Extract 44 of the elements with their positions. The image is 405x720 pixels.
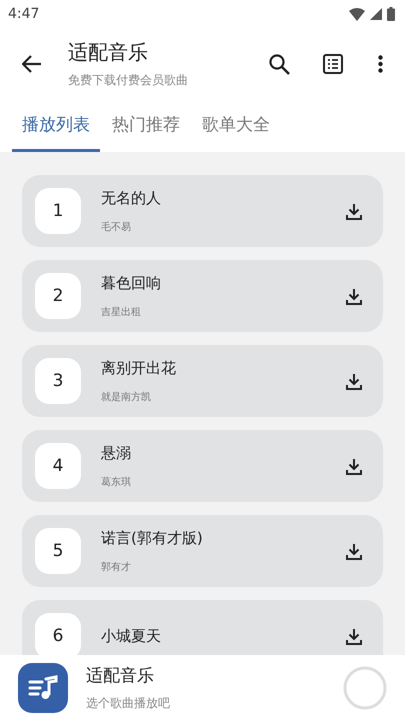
song-artist: 葛东琪	[101, 476, 132, 488]
song-card[interactable]: 1 无名的人 毛不易	[22, 175, 383, 247]
download-icon[interactable]	[346, 542, 362, 560]
search-icon[interactable]	[269, 54, 290, 74]
music-app-icon	[18, 662, 68, 712]
song-card[interactable]: 3 离别开出花 就是南方凯	[22, 345, 383, 417]
player-subtitle: 选个歌曲播放吧	[86, 694, 171, 712]
song-title: 暮色回响	[101, 274, 162, 292]
song-artist: 毛不易	[101, 220, 132, 234]
song-title: 诺言(郭有才版)	[101, 528, 204, 548]
list-icon[interactable]	[323, 54, 343, 74]
song-title: 无名的人	[101, 188, 162, 208]
song-card[interactable]: 2 暮色回响 吉星出租	[22, 260, 383, 332]
song-number: 3	[35, 358, 81, 404]
song-number: 1	[35, 188, 81, 234]
tab[interactable]: 热门推荐	[102, 100, 190, 152]
song-number: 2	[35, 273, 81, 319]
signal-icon	[370, 8, 382, 20]
song-artist: 吉星出租	[101, 306, 142, 318]
app-title: 适配音乐	[68, 39, 149, 66]
song-artist: 郭有才	[101, 560, 132, 574]
app-subtitle: 免费下载付费会员歌曲	[68, 72, 189, 89]
download-icon[interactable]	[346, 458, 362, 474]
song-number: 5	[35, 528, 81, 574]
song-number: 6	[35, 613, 81, 655]
download-icon[interactable]	[346, 288, 362, 304]
song-title: 悬溺	[101, 444, 132, 462]
download-icon[interactable]	[346, 202, 362, 220]
download-icon[interactable]	[346, 372, 362, 390]
song-card[interactable]: 6 小城夏天	[22, 600, 383, 655]
song-card[interactable]: 4 悬溺 葛东琪	[22, 430, 383, 502]
more-icon[interactable]	[378, 55, 383, 73]
back-arrow-icon[interactable]	[22, 55, 42, 73]
tab[interactable]: 歌单大全	[192, 100, 280, 152]
song-number: 4	[35, 443, 81, 489]
wifi-icon	[349, 8, 365, 20]
status-time: 4:47	[8, 6, 40, 22]
song-title: 离别开出花	[101, 358, 177, 378]
song-title: 小城夏天	[101, 626, 162, 646]
song-card[interactable]: 5 诺言(郭有才版) 郭有才	[22, 515, 383, 587]
download-icon[interactable]	[346, 628, 362, 644]
player-title: 适配音乐	[86, 664, 155, 686]
battery-icon	[387, 7, 395, 21]
song-artist: 就是南方凯	[101, 390, 152, 404]
